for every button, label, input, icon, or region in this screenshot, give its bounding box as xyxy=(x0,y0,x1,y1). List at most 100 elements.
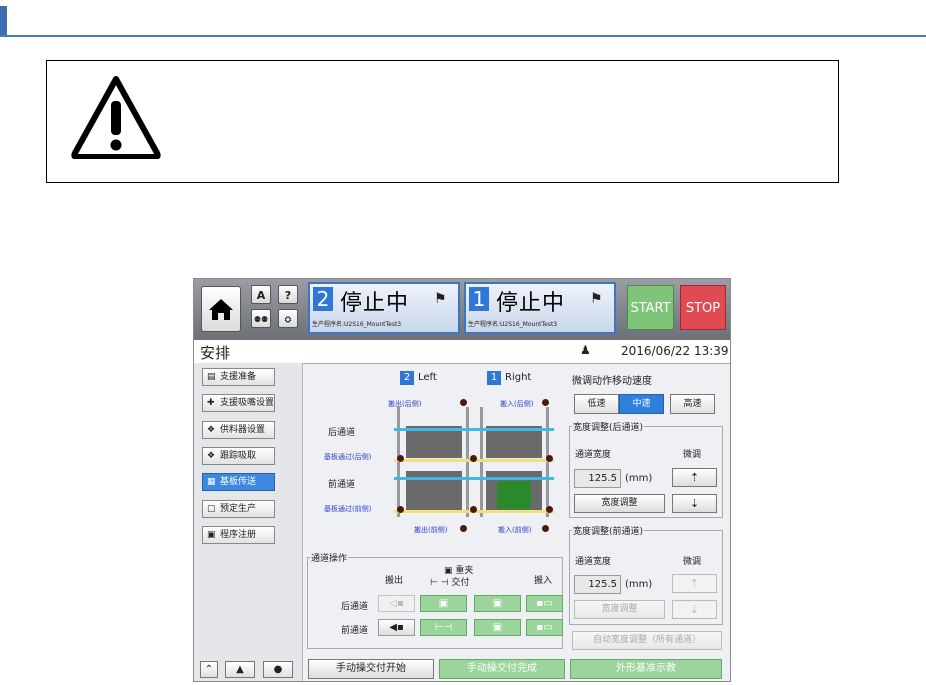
machine-status-icon: ⚑ xyxy=(590,291,603,307)
auto-width-button[interactable]: 自动宽度调整（所有通道） xyxy=(572,631,722,650)
rear-width-label: 通道宽度 xyxy=(575,450,612,460)
sidebar-item-tracking[interactable]: ❖ 跟踪吸取 xyxy=(202,447,275,465)
manual-start-label: 手动操交付开始 xyxy=(336,663,406,674)
stop-button[interactable]: STOP xyxy=(680,285,726,330)
warning-icon: ▲ xyxy=(236,664,244,675)
front-fine-widen-button[interactable]: ⇡ xyxy=(672,574,717,593)
width-rear-title: 宽度调整(后通道) xyxy=(572,420,645,433)
front-pass-sensor xyxy=(397,506,404,513)
user-icon: ♟ xyxy=(580,343,591,357)
lane1-status: 停止中 xyxy=(496,291,566,316)
scroll-up-button[interactable]: ⌃ xyxy=(200,661,218,678)
lane1-status-panel[interactable]: 1 停止中 ⚑ 生产程序名:U2S16_MountTest3 xyxy=(464,282,616,334)
front-pass-label: 基板通过(前侧) xyxy=(324,505,372,513)
front-clamp-button[interactable]: ▣ xyxy=(474,619,521,636)
tracking-icon: ❖ xyxy=(207,451,216,461)
speed-low-button[interactable]: 低速 xyxy=(574,394,619,414)
front-fine-narrow-button[interactable]: ⇣ xyxy=(672,600,717,619)
rear-rail-blue xyxy=(394,428,554,431)
rear-fine-widen-button[interactable]: ⇡ xyxy=(672,468,717,487)
help-button[interactable]: ? xyxy=(278,285,298,304)
front-unload-button[interactable]: ◀▪ xyxy=(378,619,415,636)
front-width-label: 通道宽度 xyxy=(575,557,612,567)
mode-a-button[interactable]: A xyxy=(251,285,271,304)
sidebar-item-program-register[interactable]: ▣ 程序注册 xyxy=(202,526,275,544)
speed-mid-label: 中速 xyxy=(632,399,651,409)
info-icon: ● xyxy=(273,664,283,675)
narrow-icon: ⇣ xyxy=(689,603,700,616)
sidebar-item-feeder[interactable]: ❖ 供料器设置 xyxy=(202,421,275,439)
manual-handover-start-button[interactable]: 手动操交付开始 xyxy=(308,659,434,679)
handover-icon: ⊢ ⊣ xyxy=(430,578,452,588)
conveyor-post xyxy=(480,407,483,517)
support-prep-icon: ▤ xyxy=(207,372,216,382)
lane1-number: 1 xyxy=(469,287,489,311)
front-handover-button[interactable]: ⊢⊣ xyxy=(420,619,467,636)
left-lane-header: 2 Left xyxy=(400,371,437,385)
warning-box xyxy=(46,60,839,183)
unload-icon: ◀▪ xyxy=(389,622,404,633)
start-label: START xyxy=(630,301,671,316)
schedule-icon: ▢ xyxy=(207,504,216,514)
feeder-icon: ❖ xyxy=(207,425,216,435)
sidebar-item-support-prep[interactable]: ▤ 支援准备 xyxy=(202,368,275,386)
nozzle-setting-icon: ✚ xyxy=(207,398,215,408)
rear-pass-sensor xyxy=(397,455,404,462)
pcb-board-icon xyxy=(497,481,531,509)
conveyor-post xyxy=(397,407,400,517)
speed-low-label: 低速 xyxy=(587,399,606,409)
devices-icon: ⛭ xyxy=(284,315,292,324)
help-icon: ? xyxy=(284,289,292,302)
datetime: 2016/06/22 13:39 xyxy=(621,344,729,358)
lane2-status-panel[interactable]: 2 停止中 ⚑ 生产程序名:U2S16_MountTest3 xyxy=(308,282,460,334)
handover-icon: ⊢⊣ xyxy=(434,622,453,633)
clamp-icon: ▣ xyxy=(492,622,503,633)
operators-button[interactable]: ⚉⚉ xyxy=(251,309,271,328)
rear-fine-narrow-button[interactable]: ⇣ xyxy=(672,494,717,513)
program-register-icon: ▣ xyxy=(207,530,216,540)
rear-handover-button[interactable]: ▣ xyxy=(420,595,467,612)
mode-a-icon: A xyxy=(256,289,266,302)
sidebar-item-board-transfer[interactable]: ▦ 基板传送 xyxy=(202,473,275,491)
speed-high-button[interactable]: 高速 xyxy=(670,394,715,414)
devices-button[interactable]: ⛭ xyxy=(278,309,298,328)
header-bar: A ? ⚉⚉ ⛭ 2 停止中 ⚑ 生产程序名:U2S16_MountTest3 … xyxy=(194,279,730,340)
front-width-field[interactable]: 125.5 xyxy=(574,575,621,594)
rear-width-field[interactable]: 125.5 xyxy=(574,469,621,488)
lane2-number: 2 xyxy=(313,287,333,311)
front-width-unit: (mm) xyxy=(625,579,653,590)
rear-width-adjust-button[interactable]: 宽度调整 xyxy=(574,494,665,513)
operators-icon: ⚉⚉ xyxy=(253,315,269,324)
front-width-adjust-label: 宽度调整 xyxy=(601,604,638,614)
manual-handover-done-button[interactable]: 手动操交付完成 xyxy=(439,659,565,679)
left-lane-number: 2 xyxy=(400,371,414,385)
out-rear-label: 搬出(后侧) xyxy=(388,400,422,408)
width-front-title: 宽度调整(前通道) xyxy=(572,524,645,537)
lane2-status: 停止中 xyxy=(340,291,410,316)
page-title: 安排 xyxy=(200,344,231,362)
load-icon: ▪▭ xyxy=(536,622,553,633)
section-marker xyxy=(0,6,7,37)
handover-icon: ▣ xyxy=(438,598,449,609)
section-rule xyxy=(0,35,926,37)
warning-button[interactable]: ▲ xyxy=(225,661,255,678)
sidebar-item-schedule[interactable]: ▢ 预定生产 xyxy=(202,500,275,518)
title-bar: 安排 ♟ 2016/06/22 13:39 xyxy=(194,340,730,364)
info-button[interactable]: ● xyxy=(263,661,293,678)
sidebar-item-label: 跟踪吸取 xyxy=(220,451,257,461)
sidebar-item-label: 基板传送 xyxy=(220,477,257,487)
col-in-label: 搬入 xyxy=(534,576,553,586)
start-button[interactable]: START xyxy=(627,285,674,330)
rear-load-button[interactable]: ▪▭ xyxy=(526,595,563,612)
auto-width-label: 自动宽度调整（所有通道） xyxy=(592,635,701,645)
front-load-button[interactable]: ▪▭ xyxy=(526,619,563,636)
rear-clamp-button[interactable]: ▣ xyxy=(474,595,521,612)
shape-reference-teach-button[interactable]: 外形基准示教 xyxy=(570,659,722,679)
home-button[interactable] xyxy=(201,286,241,332)
mid-sensor xyxy=(470,506,477,513)
handover-header: ⊢ ⊣ 交付 xyxy=(430,575,469,588)
rear-unload-button[interactable]: ◁▪ xyxy=(378,595,415,612)
speed-mid-button[interactable]: 中速 xyxy=(619,394,664,414)
front-width-adjust-button[interactable]: 宽度调整 xyxy=(574,600,665,619)
sidebar-item-nozzle-setting[interactable]: ✚ 支援吸嘴设置 xyxy=(202,394,275,412)
